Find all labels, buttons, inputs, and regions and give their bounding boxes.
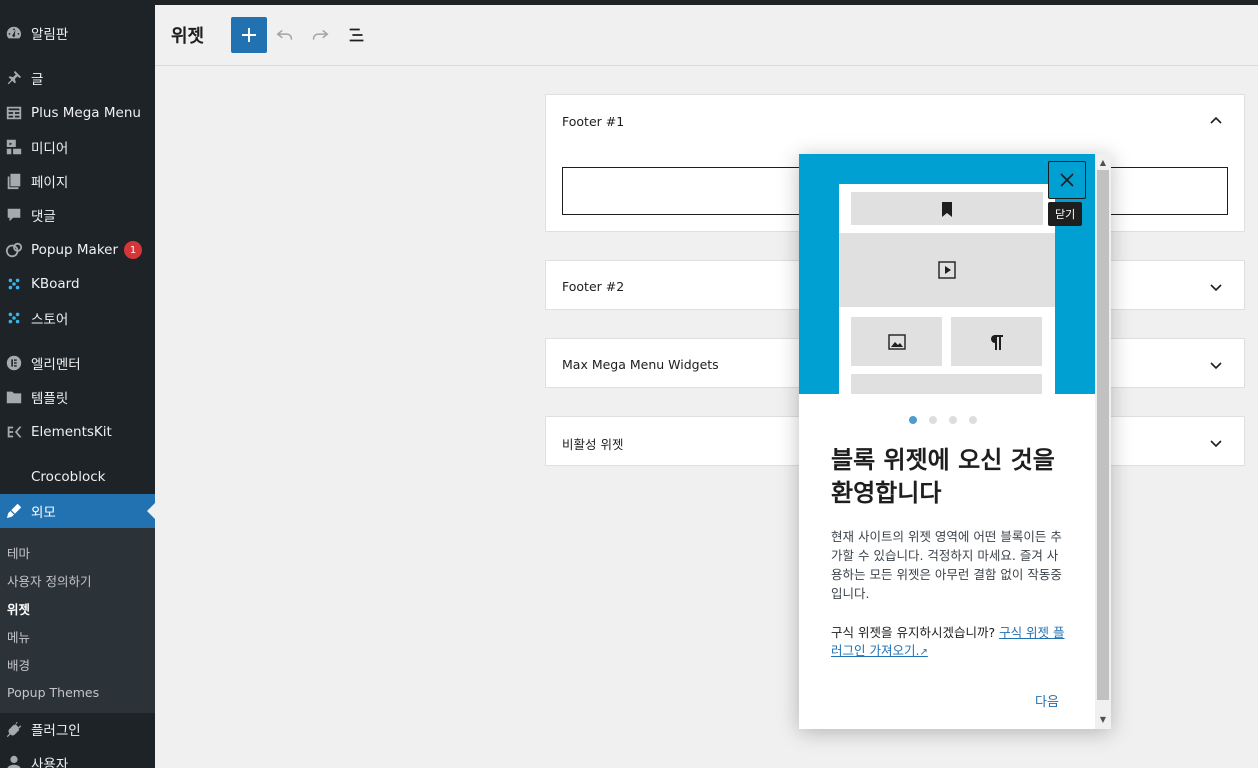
widget-area-title: Footer #1 [562,114,625,129]
plugin-icon [3,719,25,739]
chevron-down-icon[interactable] [1208,435,1224,451]
widget-area-title: Footer #2 [562,279,625,294]
close-icon [1060,173,1074,187]
editor-header: 위젯 [155,5,1258,66]
legacy-widgets-note: 구식 위젯을 유지하시겠습니까? 구식 위젯 플러그인 가져오기.↗ [831,624,1071,662]
sidebar-item-store[interactable]: 스토어 [0,301,155,335]
update-count-badge: 1 [124,241,143,259]
legacy-question: 구식 위젯을 유지하시겠습니까? [831,625,996,640]
sidebar-item-kboard[interactable]: KBoard [0,267,155,301]
redo-button[interactable] [308,23,332,47]
bookmark-icon [942,201,952,217]
sidebar-item-comments[interactable]: 댓글 [0,198,155,232]
mock-cell [851,317,942,366]
popup-icon [3,240,25,260]
chevron-down-icon[interactable] [1208,357,1224,373]
welcome-guide-modal: 닫기 블록 위젯에 오신 것을 환영합니다 현재 사이트의 위젯 영역에 어떤 … [799,154,1111,729]
chevron-down-icon[interactable] [1208,279,1224,295]
paragraph-icon [990,334,1003,350]
step-dot-1[interactable] [909,416,917,424]
page-title: 위젯 [171,26,205,47]
sidebar-item-users[interactable]: 사용자 [0,746,155,768]
submenu-item-menus[interactable]: 메뉴 [7,627,30,646]
table-icon [3,103,25,123]
submenu-item-themes[interactable]: 테마 [7,543,30,562]
add-block-button[interactable] [231,17,267,53]
next-button[interactable]: 다음 [1035,691,1059,710]
brush-icon [3,501,25,521]
sidebar-item-plus-mega-menu[interactable]: Plus Mega Menu [0,96,155,130]
sidebar-item-posts[interactable]: 글 [0,61,155,95]
widget-area-title: 비활성 위젯 [562,437,624,452]
step-dot-3[interactable] [949,416,957,424]
modal-scrollbar[interactable]: ▲ ▼ [1095,154,1111,729]
sidebar-item-elementor[interactable]: 엘리멘터 [0,346,155,380]
sidebar-item-elementskit[interactable]: ElementsKit [0,415,155,449]
step-dot-4[interactable] [969,416,977,424]
sidebar-item-appearance[interactable]: 외모 [0,494,155,528]
undo-icon [276,29,293,40]
dashboard-icon [3,23,25,43]
redo-icon [312,29,329,40]
block-mockup [839,184,1055,394]
elementskit-icon [3,422,25,442]
folder-icon [3,387,25,407]
kboard-icon [3,274,25,294]
scrollbar-thumb[interactable] [1097,170,1109,700]
step-indicator [909,416,977,424]
mock-cell [839,233,1055,307]
page-icon [3,171,25,191]
close-tooltip: 닫기 [1048,202,1083,226]
step-dot-2[interactable] [929,416,937,424]
modal-description: 현재 사이트의 위젯 영역에 어떤 블록이든 추가할 수 있습니다. 걱정하지 … [831,529,1062,601]
scroll-down-icon[interactable]: ▼ [1095,712,1111,726]
sidebar-item-pages[interactable]: 페이지 [0,164,155,198]
widget-area-title: Max Mega Menu Widgets [562,357,719,372]
welcome-illustration: 닫기 [799,154,1095,394]
scroll-up-icon[interactable]: ▲ [1095,155,1111,169]
mock-cell [951,317,1042,366]
chevron-up-icon[interactable] [1208,113,1224,129]
list-view-button[interactable] [345,23,369,47]
sidebar-item-dashboard[interactable]: 알림판 [0,16,155,50]
undo-button[interactable] [273,23,297,47]
mock-cell [851,192,1043,225]
user-icon [3,753,25,768]
appearance-submenu: 테마 사용자 정의하기 위젯 메뉴 배경 Popup Themes [0,528,155,713]
pin-icon [3,68,25,88]
admin-sidebar: 알림판 글 Plus Mega Menu 미디어 페이지 댓글 Popup Ma… [0,5,155,768]
submenu-item-background[interactable]: 배경 [7,655,30,674]
submenu-item-customize[interactable]: 사용자 정의하기 [7,571,91,590]
plus-icon [242,28,256,42]
close-button[interactable] [1048,161,1086,199]
sidebar-item-popup-maker[interactable]: Popup Maker 1 [0,233,155,267]
mock-cell [851,374,1042,394]
comment-icon [3,205,25,225]
sidebar-item-crocoblock[interactable]: Crocoblock [0,460,155,494]
image-icon [887,333,906,350]
sidebar-item-media[interactable]: 미디어 [0,130,155,164]
store-icon [3,308,25,328]
video-icon [938,261,956,279]
list-view-icon [349,28,364,42]
modal-title: 블록 위젯에 오신 것을 환영합니다 [831,446,1055,507]
sidebar-item-plugins[interactable]: 플러그인 [0,712,155,746]
submenu-item-widgets[interactable]: 위젯 [7,599,30,618]
media-icon [3,137,25,157]
external-link-icon: ↗ [919,647,928,658]
sidebar-item-templates[interactable]: 템플릿 [0,380,155,414]
elementor-icon [3,353,25,373]
submenu-item-popup-themes[interactable]: Popup Themes [7,685,99,700]
